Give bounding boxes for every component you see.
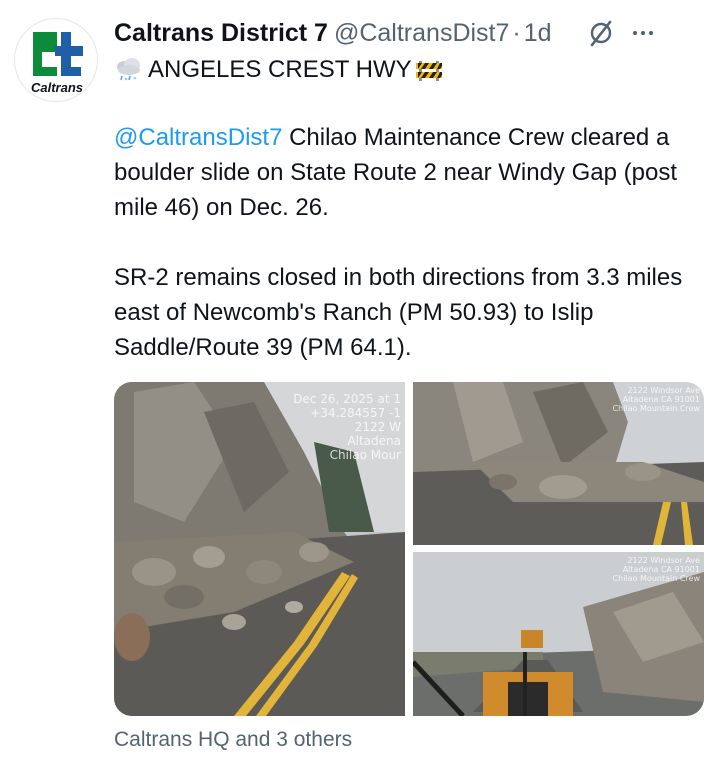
- avatar[interactable]: Caltrans: [14, 18, 98, 102]
- separator-dot: ·: [512, 18, 521, 47]
- caltrans-logo-text: Caltrans: [31, 80, 83, 95]
- grok-icon[interactable]: [586, 18, 616, 48]
- timestamp[interactable]: 1d: [524, 19, 552, 48]
- photo-rockfall-cliff[interactable]: 2122 Windsor Ave Altadena CA 91001 Chila…: [413, 382, 704, 545]
- caltrans-logo: Caltrans: [31, 32, 83, 95]
- stamp-line: Chilao Mour: [329, 448, 401, 462]
- tweet-body: @CaltransDist7 Chilao Maintenance Crew c…: [114, 120, 704, 365]
- photo-timestamp-overlay: Dec 26, 2025 at 1 +34.284557 -1 2122 W A…: [293, 392, 401, 462]
- user-handle[interactable]: @CaltransDist7: [334, 19, 509, 48]
- more-options-icon[interactable]: [630, 20, 656, 46]
- stamp-line: Altadena CA 91001: [622, 395, 700, 404]
- photo-loader-clearing[interactable]: 2122 Windsor Ave Altadena CA 91001 Chila…: [413, 552, 704, 716]
- photo-timestamp-overlay: 2122 Windsor Ave Altadena CA 91001 Chila…: [613, 386, 700, 413]
- media-grid: Dec 26, 2025 at 1 +34.284557 -1 2122 W A…: [114, 382, 704, 716]
- tweet-headline: ANGELES CREST HWY: [114, 52, 444, 88]
- construction-barrier-icon: [415, 61, 442, 81]
- body-paragraph-1: @CaltransDist7 Chilao Maintenance Crew c…: [114, 120, 704, 225]
- photo-boulder-slide-road[interactable]: Dec 26, 2025 at 1 +34.284557 -1 2122 W A…: [114, 382, 405, 716]
- stamp-line: Dec 26, 2025 at 1: [293, 392, 401, 406]
- stamp-line: Chilao Mountain Crew: [612, 574, 700, 583]
- tweet-header: Caltrans District 7 @CaltransDist7 · 1d: [114, 16, 706, 50]
- photo-timestamp-overlay: 2122 Windsor Ave Altadena CA 91001 Chila…: [613, 556, 700, 583]
- stamp-line: 2122 W: [354, 420, 401, 434]
- stamp-line: +34.284557 -1: [310, 406, 401, 420]
- mention-link[interactable]: @CaltransDist7: [114, 124, 282, 151]
- stamp-line: 2122 Windsor Ave: [627, 386, 700, 395]
- display-name[interactable]: Caltrans District 7: [114, 19, 328, 48]
- stamp-line: Chilao Mountain Crew: [612, 404, 700, 413]
- headline-text: ANGELES CREST HWY: [148, 56, 412, 83]
- stamp-line: 2122 Windsor Ave: [627, 556, 700, 565]
- cloud-rain-snow-icon: [117, 58, 140, 81]
- body-paragraph-2: SR-2 remains closed in both directions f…: [114, 264, 683, 361]
- stamp-line: Altadena CA 91001: [622, 565, 700, 574]
- liked-by-text[interactable]: Caltrans HQ and 3 others: [114, 728, 352, 752]
- stamp-line: Altadena: [347, 434, 401, 448]
